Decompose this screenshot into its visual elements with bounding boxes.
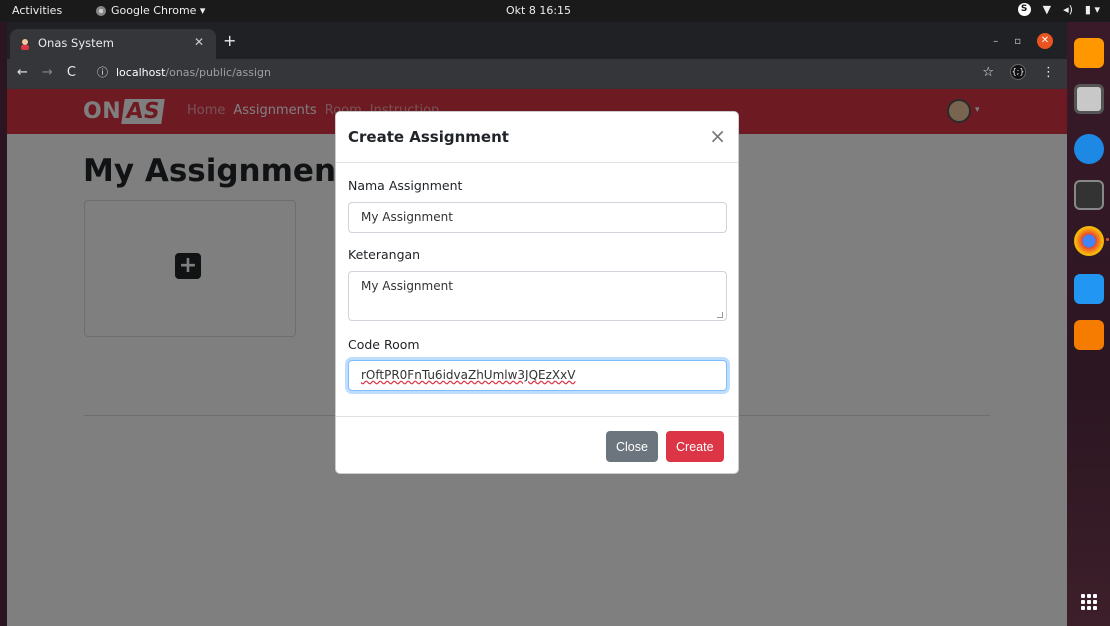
tab-close-icon[interactable]: ✕: [194, 35, 204, 49]
extension-icon[interactable]: {;}: [1010, 64, 1026, 80]
omnibox[interactable]: ⓘ localhost/onas/public/assign: [97, 64, 271, 80]
new-tab-icon[interactable]: +: [223, 31, 236, 50]
create-assignment-modal: Create Assignment × Nama Assignment My A…: [335, 111, 739, 474]
window-controls: – ▫ ✕: [993, 33, 1053, 49]
system-tray[interactable]: S ▼ ◂) ▮ ▾: [1017, 3, 1100, 16]
system-top-bar: Activities Google Chrome ▾ Okt 8 16:15 S…: [0, 0, 1110, 22]
nav-buttons: ← → C: [17, 65, 76, 80]
running-indicator: [1106, 238, 1109, 241]
app-menu-label: Google Chrome ▾: [111, 4, 206, 17]
modal-header: Create Assignment ×: [336, 112, 738, 163]
url-path: /onas/public/assign: [165, 65, 271, 79]
network-icon: ▼: [1042, 3, 1052, 16]
code-room-value: rOftPR0FnTu6idvaZhUmlw3JQEzXxV: [361, 368, 576, 382]
chrome-dock-icon[interactable]: [1074, 226, 1104, 256]
description-textarea[interactable]: My Assignment: [348, 271, 727, 321]
name-label: Nama Assignment: [348, 178, 463, 193]
chrome-window: Onas System ✕ + – ▫ ✕ ← → C ⓘ localhost/…: [7, 22, 1067, 626]
ubuntu-dock: [1067, 22, 1110, 626]
terminal-icon[interactable]: [1074, 180, 1104, 210]
info-icon[interactable]: ⓘ: [97, 64, 108, 80]
description-label: Keterangan: [348, 247, 421, 262]
tab-strip: Onas System ✕ + – ▫ ✕: [7, 22, 1067, 59]
window-close-icon[interactable]: ✕: [1037, 33, 1053, 49]
resize-handle-icon[interactable]: [717, 312, 723, 318]
minimize-icon[interactable]: –: [993, 36, 998, 47]
toolbar-right: ☆ {;} ⋮: [982, 64, 1055, 80]
back-icon[interactable]: ←: [17, 65, 28, 80]
favicon-icon: [21, 39, 29, 50]
screen: Activities Google Chrome ▾ Okt 8 16:15 S…: [0, 0, 1110, 626]
activities-button[interactable]: Activities: [12, 4, 62, 17]
power-icon: ▮ ▾: [1084, 3, 1100, 16]
clock[interactable]: Okt 8 16:15: [506, 4, 571, 17]
xampp-icon[interactable]: [1074, 320, 1104, 350]
kebab-menu-icon[interactable]: ⋮: [1042, 65, 1055, 80]
description-value: My Assignment: [361, 279, 453, 293]
sublime-text-icon[interactable]: [1074, 38, 1104, 68]
modal-title: Create Assignment: [348, 128, 509, 146]
close-button[interactable]: Close: [606, 431, 658, 462]
app-menu[interactable]: Google Chrome ▾: [96, 4, 205, 17]
reload-icon[interactable]: C: [67, 65, 76, 80]
wps-office-icon[interactable]: [1074, 134, 1104, 164]
tab-title: Onas System: [38, 36, 114, 50]
forward-icon[interactable]: →: [42, 65, 53, 80]
address-bar: ← → C ⓘ localhost/onas/public/assign ☆ {…: [7, 59, 1067, 89]
vscode-icon[interactable]: [1074, 274, 1104, 304]
url-host: localhost: [116, 65, 166, 79]
chrome-icon: [96, 5, 106, 16]
files-icon[interactable]: [1074, 84, 1104, 114]
show-apps-icon[interactable]: [1081, 594, 1097, 610]
create-button[interactable]: Create: [666, 431, 724, 462]
skype-icon[interactable]: S: [1017, 3, 1031, 16]
web-page: ON AS Home Assignments Room Instruction …: [7, 89, 1067, 626]
tab-onas-system[interactable]: Onas System ✕: [10, 29, 216, 59]
code-room-input[interactable]: rOftPR0FnTu6idvaZhUmlw3JQEzXxV: [348, 360, 727, 391]
bookmark-star-icon[interactable]: ☆: [982, 65, 994, 80]
close-icon[interactable]: ×: [709, 124, 726, 148]
assignment-name-input[interactable]: My Assignment: [348, 202, 727, 233]
restore-icon[interactable]: ▫: [1014, 36, 1021, 47]
modal-footer: Close Create: [336, 416, 738, 474]
code-room-label: Code Room: [348, 337, 420, 352]
volume-icon: ◂): [1063, 3, 1073, 16]
